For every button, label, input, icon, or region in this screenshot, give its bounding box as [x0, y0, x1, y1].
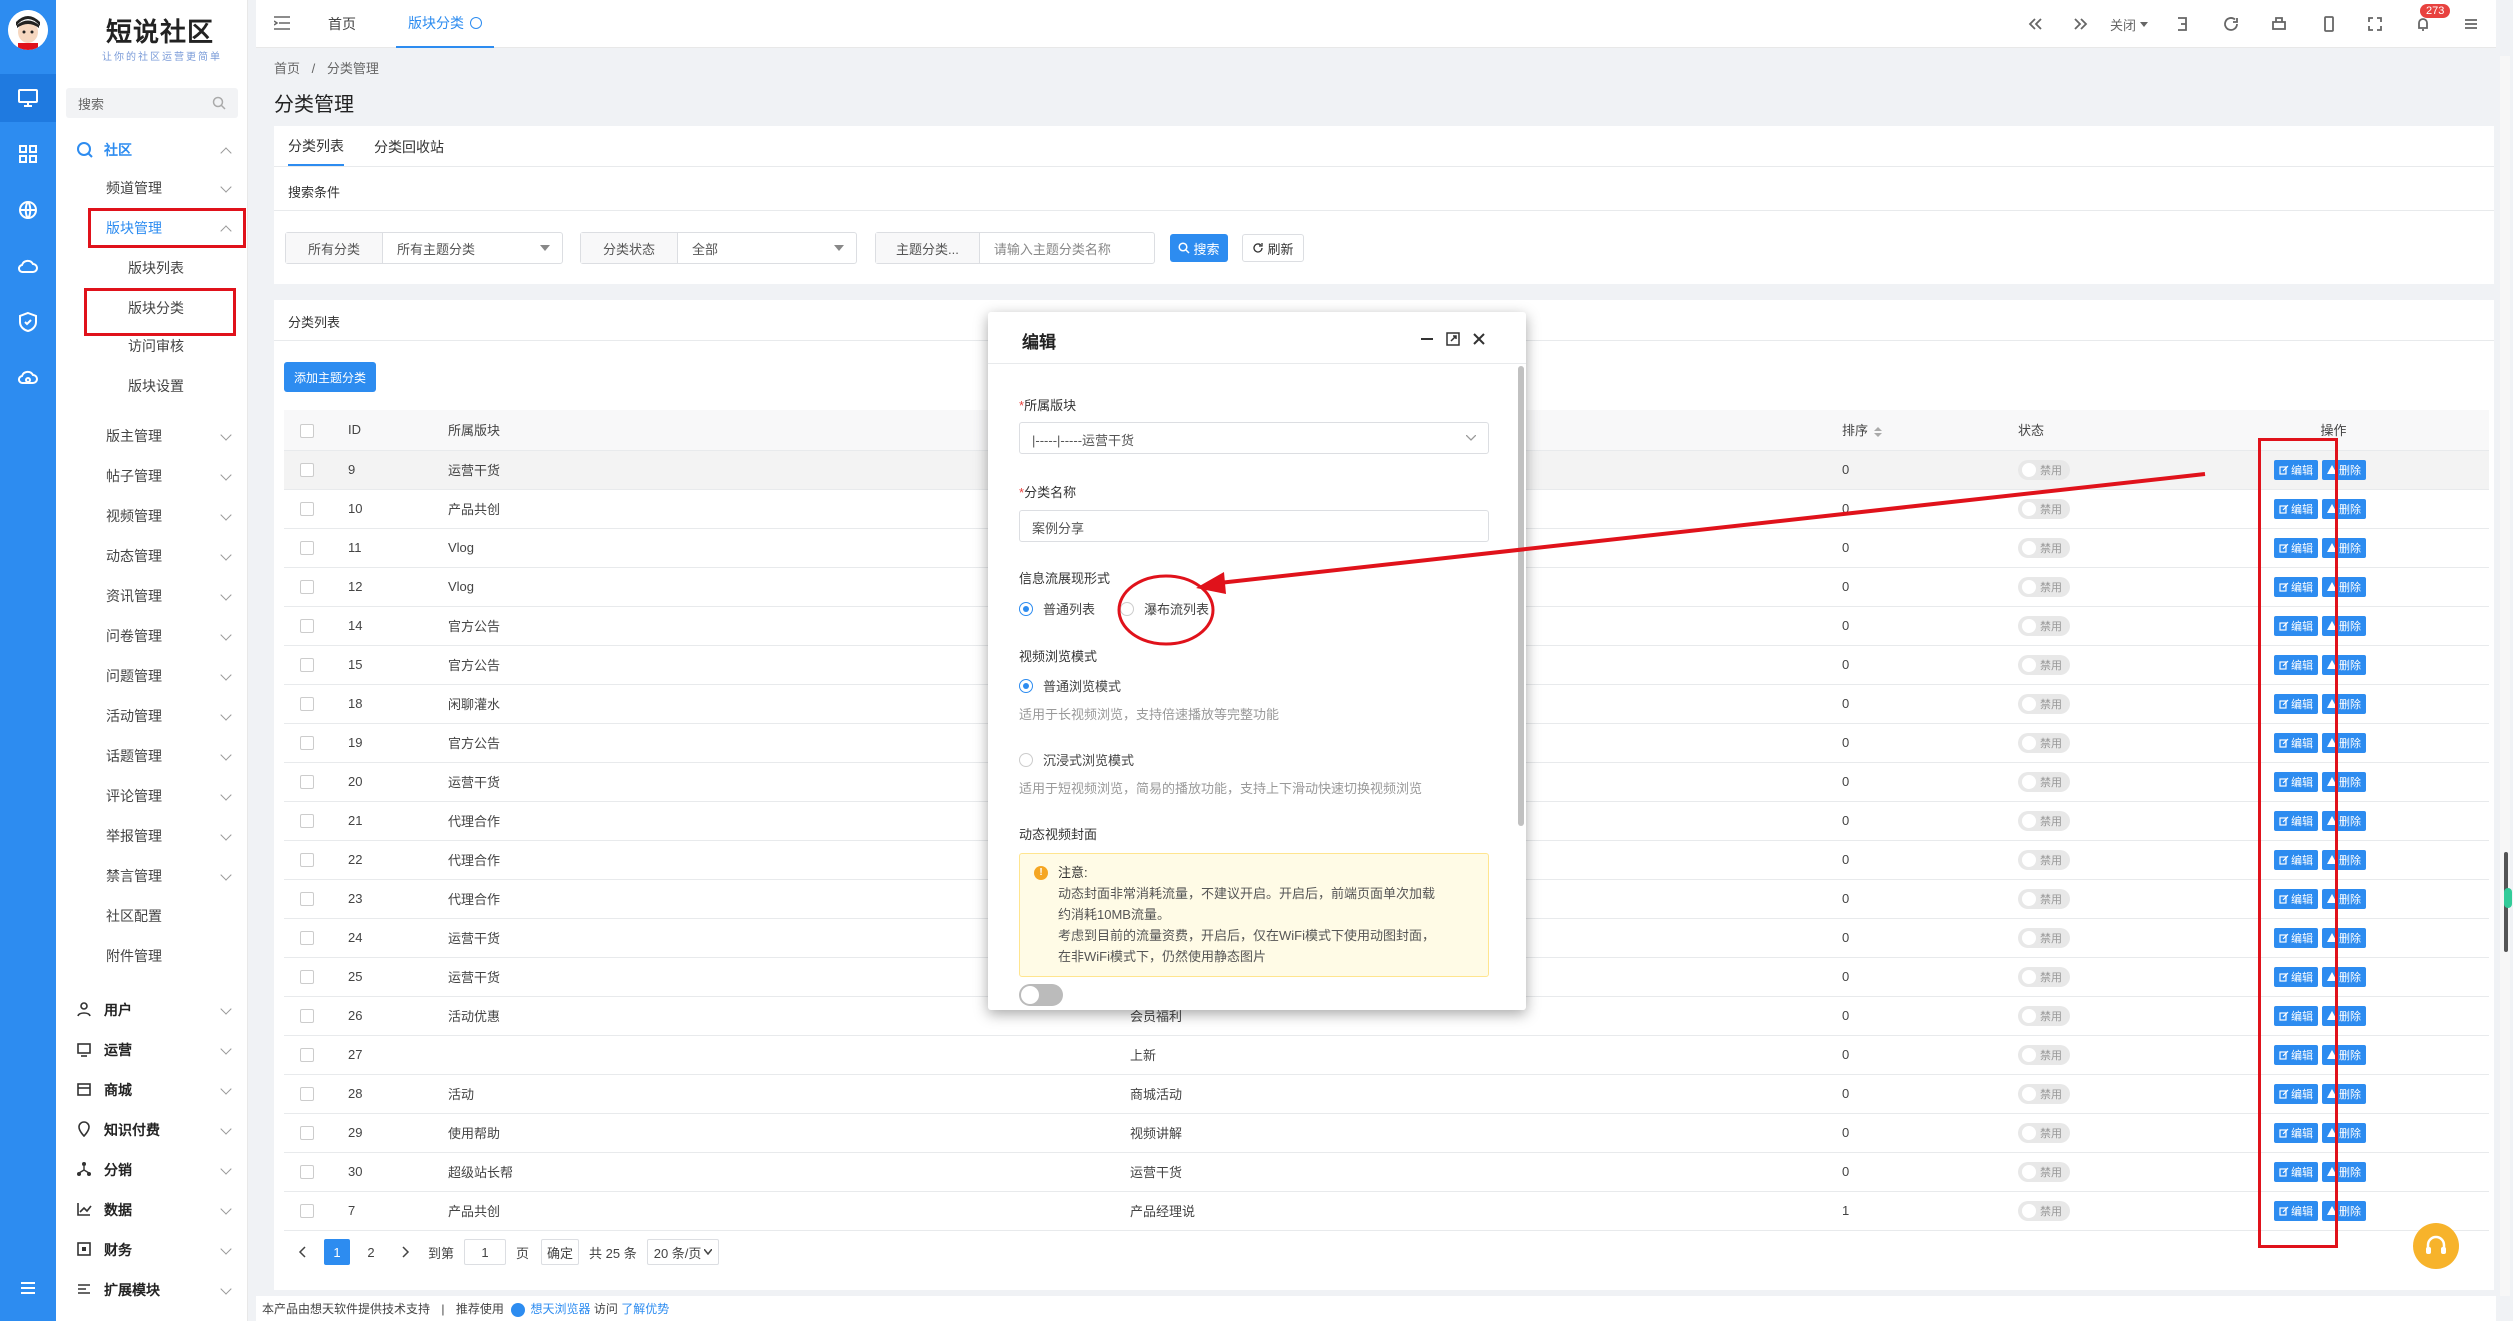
annotation-arrow — [1209, 472, 2206, 586]
annotation-overlay — [1117, 472, 2206, 646]
annotation-arrowhead — [1196, 572, 1226, 594]
annotation-circle — [1117, 574, 1215, 646]
headset-icon — [2426, 1235, 2446, 1254]
customer-service-button[interactable] — [2413, 1223, 2459, 1269]
